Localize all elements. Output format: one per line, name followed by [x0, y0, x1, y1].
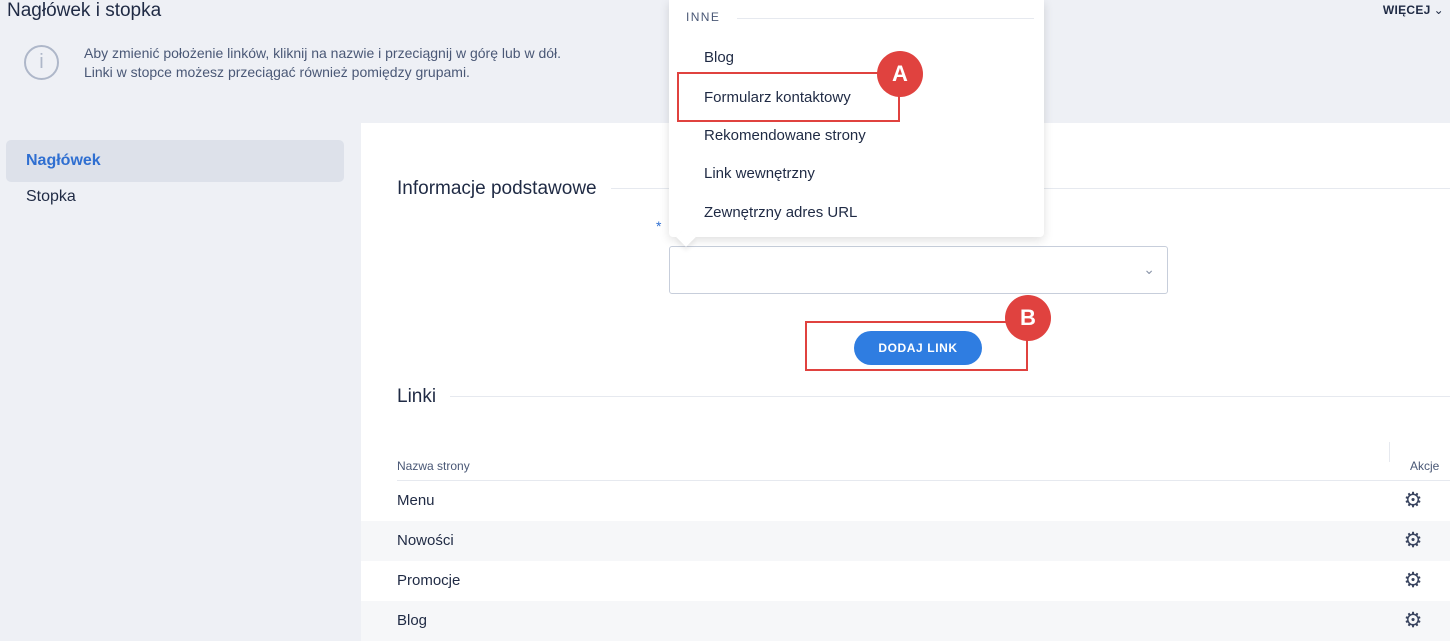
dropdown-option-recommended-pages[interactable]: Rekomendowane strony [704, 127, 866, 144]
info-text: Aby zmienić położenie linków, kliknij na… [84, 44, 724, 82]
dropdown-group-divider [737, 18, 1034, 19]
table-row[interactable]: Blog ⚙ [361, 601, 1450, 641]
row-name: Blog [397, 612, 428, 629]
add-link-button[interactable]: DODAJ LINK [854, 331, 982, 365]
info-icon: i [24, 45, 59, 80]
row-name: Nowości [397, 532, 454, 549]
dropdown-group-label: INNE [686, 10, 721, 24]
info-line-1: Aby zmienić położenie linków, kliknij na… [84, 45, 562, 61]
row-name: Promocje [397, 572, 461, 589]
gear-icon[interactable]: ⚙ [1402, 561, 1424, 600]
sidebar: Nagłówek Stopka [6, 140, 344, 210]
links-table: Menu ⚙ Nowości ⚙ Promocje ⚙ Blog ⚙ [361, 481, 1450, 641]
column-divider [1389, 442, 1390, 462]
gear-icon[interactable]: ⚙ [1402, 521, 1424, 560]
annotation-badge-a: A [877, 51, 923, 97]
dropdown-option-internal-link[interactable]: Link wewnętrzny [704, 165, 815, 182]
dropdown-option-blog[interactable]: Blog [704, 49, 734, 66]
column-header-actions: Akcje [1410, 459, 1440, 473]
section-divider [397, 396, 1450, 397]
link-type-select[interactable]: ⌄ [669, 246, 1168, 294]
annotation-badge-b: B [1005, 295, 1051, 341]
more-label: WIĘCEJ [1382, 3, 1431, 17]
section-title-links: Linki [397, 386, 451, 408]
row-name: Menu [397, 492, 435, 509]
page-title: Nagłówek i stopka [7, 0, 162, 21]
info-line-2: Linki w stopce możesz przeciągać również… [84, 64, 470, 80]
column-header-name: Nazwa strony [397, 459, 470, 473]
chevron-down-icon: ⌄ [1143, 261, 1155, 277]
dropdown-option-contact-form[interactable]: Formularz kontaktowy [704, 89, 851, 106]
table-row[interactable]: Menu ⚙ [361, 481, 1450, 521]
required-marker: * [656, 218, 662, 234]
sidebar-item-stopka[interactable]: Stopka [6, 184, 344, 210]
dropdown-option-external-url[interactable]: Zewnętrzny adres URL [704, 204, 857, 221]
chevron-down-icon: ⌄ [1433, 3, 1444, 17]
table-row[interactable]: Promocje ⚙ [361, 561, 1450, 601]
table-row[interactable]: Nowości ⚙ [361, 521, 1450, 561]
sidebar-item-naglowek[interactable]: Nagłówek [6, 140, 344, 182]
link-type-dropdown: INNE Blog Formularz kontaktowy Rekomendo… [669, 0, 1044, 237]
more-button[interactable]: WIĘCEJ ⌄ [1383, 3, 1444, 17]
section-title-basic-info: Informacje podstawowe [397, 178, 611, 200]
gear-icon[interactable]: ⚙ [1402, 601, 1424, 640]
gear-icon[interactable]: ⚙ [1402, 481, 1424, 520]
